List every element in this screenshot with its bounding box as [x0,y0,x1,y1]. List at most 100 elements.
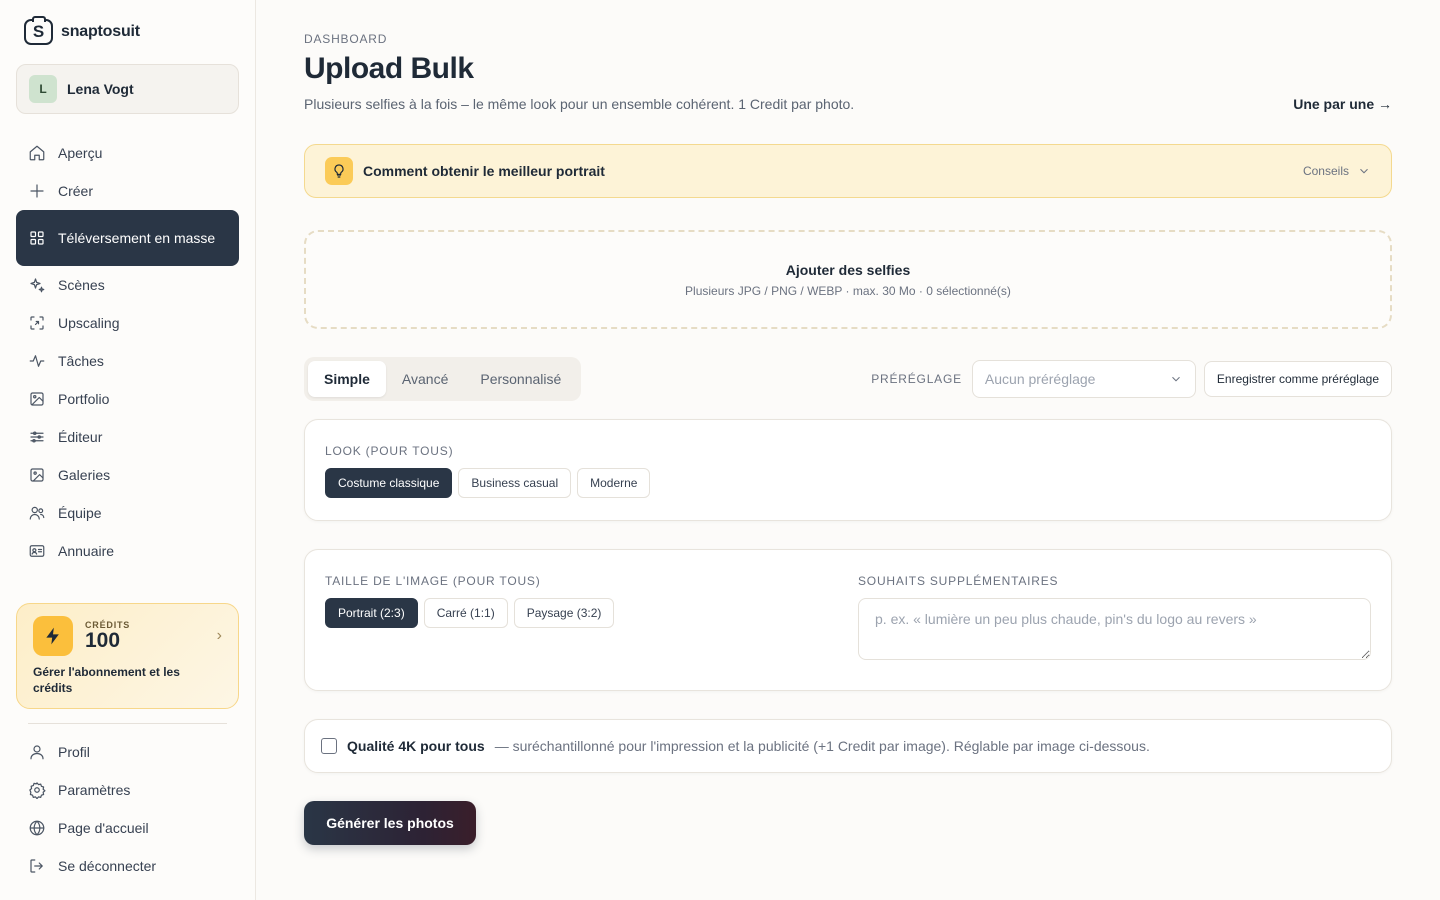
sidebar-item-accueil[interactable]: Page d'accueil [16,809,239,847]
home-icon [29,145,45,161]
credits-card[interactable]: CRÉDITS 100 › Gérer l'abonnement et les … [16,603,239,709]
controls-row: Simple Avancé Personnalisé PRÉRÉGLAGE Au… [304,357,1392,401]
sidebar-item-label: Annuaire [58,543,115,559]
grid-icon [30,231,44,245]
preset-select[interactable]: Aucun préréglage [971,360,1196,398]
size-options: Portrait (2:3) Carré (1:1) Paysage (3:2) [325,598,838,628]
tab-personnalise[interactable]: Personnalisé [464,361,577,397]
selfie-dropzone[interactable]: Ajouter des selfies Plusieurs JPG / PNG … [304,230,1392,329]
bolt-icon [33,616,73,656]
sidebar-item-label: Paramètres [58,782,131,798]
user-icon [30,745,44,760]
sidebar-item-label: Éditeur [58,429,103,445]
activity-icon [29,355,45,367]
sidebar-divider [28,723,227,724]
sidebar-nav: Aperçu Créer Téléversement en masse Scèn… [16,134,239,570]
chevron-right-icon: › [216,627,222,644]
tips-title: Comment obtenir le meilleur portrait [363,163,605,179]
sidebar-item-galeries[interactable]: Galeries [16,456,239,494]
tips-toggle-label: Conseils [1302,164,1349,178]
tab-simple[interactable]: Simple [308,361,386,397]
sidebar-item-taches[interactable]: Tâches [16,342,239,380]
user-name: Lena Vogt [67,81,134,97]
wishes-label: SOUHAITS SUPPLÉMENTAIRES [858,574,1059,588]
tab-avance[interactable]: Avancé [386,361,464,397]
sparkles-icon [30,278,45,293]
sidebar: S snaptosuit L Lena Vogt Aperçu Créer Té… [0,0,256,900]
tips-toggle[interactable]: Conseils [1303,164,1371,178]
sidebar-item-apercu[interactable]: Aperçu [16,134,239,172]
size-option-paysage[interactable]: Paysage (3:2) [513,598,615,628]
sidebar-item-profil[interactable]: Profil [16,733,239,771]
preset-label: PRÉRÉGLAGE [871,372,962,386]
quality-4k-checkbox[interactable] [321,738,337,754]
sidebar-item-label: Portfolio [58,391,110,407]
id-card-icon [29,545,45,557]
sidebar-item-label: Aperçu [58,145,103,161]
look-options: Costume classique Business casual Modern… [325,468,1371,498]
brand-logo-icon: S [24,16,53,45]
credits-manage-link[interactable]: Gérer l'abonnement et les crédits [33,664,222,696]
scan-icon [30,316,44,330]
wishes-input[interactable] [858,598,1371,660]
size-card: TAILLE DE L'IMAGE (POUR TOUS) Portrait (… [304,549,1392,691]
one-by-one-link[interactable]: Une par une → [1293,96,1392,112]
look-label: LOOK (POUR TOUS) [325,444,454,458]
sidebar-item-upscaling[interactable]: Upscaling [16,304,239,342]
dropzone-subtitle: Plusieurs JPG / PNG / WEBP · max. 30 Mo … [685,283,1011,298]
look-option-business-casual[interactable]: Business casual [458,468,572,498]
dropzone-title: Ajouter des selfies [785,261,911,278]
lightbulb-icon [325,157,353,185]
sidebar-item-label: Scènes [58,277,105,293]
look-option-moderne[interactable]: Moderne [577,468,651,498]
sidebar-item-label: Créer [58,183,94,199]
sidebar-item-annuaire[interactable]: Annuaire [16,532,239,570]
save-preset-button[interactable]: Enregistrer comme préréglage [1203,361,1392,397]
sidebar-item-label: Galeries [58,467,111,483]
size-option-carre[interactable]: Carré (1:1) [423,598,508,628]
chevron-down-icon [1360,168,1368,174]
sidebar-item-portfolio[interactable]: Portfolio [16,380,239,418]
look-option-costume-classique[interactable]: Costume classique [325,468,453,498]
gallery-icon [30,468,44,482]
page-title: Upload Bulk [304,52,474,85]
users-icon [29,506,45,520]
credits-value: 100 [85,629,121,652]
page-subtitle: Plusieurs selfies à la fois – le même lo… [304,96,855,112]
avatar: L [29,75,57,103]
mode-tabs: Simple Avancé Personnalisé [304,357,582,401]
sidebar-item-televersement[interactable]: Téléversement en masse [16,210,239,266]
sidebar-item-label: Upscaling [58,315,120,331]
generate-button[interactable]: Générer les photos [304,801,476,845]
sidebar-item-label: Profil [58,744,90,760]
sliders-icon [30,431,44,443]
chevron-down-icon [1172,376,1180,382]
size-option-portrait[interactable]: Portrait (2:3) [325,598,418,628]
brand-name: snaptosuit [61,23,140,40]
tips-banner[interactable]: Comment obtenir le meilleur portrait Con… [304,144,1392,198]
sidebar-item-deconnecter[interactable]: Se déconnecter [16,847,239,885]
quality-description: — suréchantillonné pour l'impression et … [494,738,1150,754]
sidebar-item-parametres[interactable]: Paramètres [16,771,239,809]
page-eyebrow: DASHBOARD [304,32,388,46]
preset-select-value: Aucun préréglage [984,371,1096,387]
quality-row: Qualité 4K pour tous — suréchantillonné … [304,719,1392,773]
user-card[interactable]: L Lena Vogt [16,64,239,114]
logout-icon [30,859,43,873]
image-icon [30,392,44,406]
main-content: DASHBOARD Upload Bulk Plusieurs selfies … [256,0,1440,900]
size-label: TAILLE DE L'IMAGE (POUR TOUS) [325,574,541,588]
sidebar-item-scenes[interactable]: Scènes [16,266,239,304]
sidebar-item-editeur[interactable]: Éditeur [16,418,239,456]
plus-icon [30,184,44,198]
globe-icon [29,820,45,836]
sidebar-item-label: Tâches [58,353,104,369]
sidebar-bottom-nav: Profil Paramètres Page d'accueil Se déco… [16,733,239,885]
gear-icon [29,782,46,799]
sidebar-item-creer[interactable]: Créer [16,172,239,210]
sidebar-item-equipe[interactable]: Équipe [16,494,239,532]
sidebar-item-label: Équipe [58,505,102,521]
sidebar-item-label: Téléversement en masse [58,230,216,246]
brand[interactable]: S snaptosuit [16,0,239,64]
look-card: LOOK (POUR TOUS) Costume classique Busin… [304,419,1392,521]
